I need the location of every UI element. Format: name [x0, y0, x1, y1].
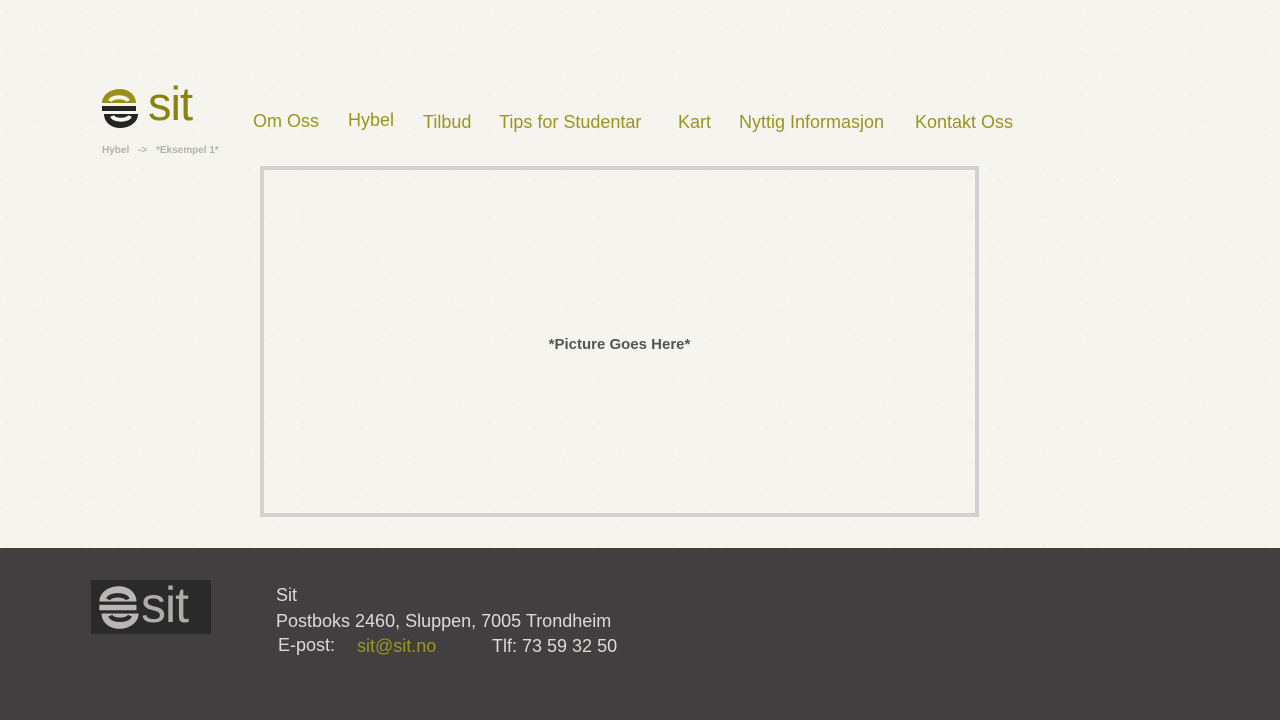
breadcrumb: Hybel -> *Eksempel 1*: [102, 145, 225, 156]
footer-org-name: Sit: [276, 585, 298, 605]
footer-email-link[interactable]: sit@sit.no: [357, 636, 436, 657]
sit-swirl-logo-icon: [102, 89, 138, 128]
footer-logo-wordmark: sit: [141, 577, 189, 633]
breadcrumb-parent[interactable]: Hybel: [102, 145, 129, 156]
site-logo[interactable]: sit: [100, 80, 210, 132]
sit-swirl-logo-icon: [99, 586, 139, 629]
footer-email-label: E-post:: [278, 635, 336, 655]
nav-item-kart[interactable]: Kart: [678, 112, 711, 133]
footer-logo: sit: [91, 580, 211, 634]
nav-item-kontakt-oss[interactable]: Kontakt Oss: [915, 112, 1013, 133]
nav-item-tips-for-studentar[interactable]: Tips for Studentar: [499, 112, 641, 133]
footer-phone: Tlf: 73 59 32 50: [492, 636, 618, 656]
nav-item-nyttig-informasjon[interactable]: Nyttig Informasjon: [739, 112, 884, 133]
nav-item-om-oss[interactable]: Om Oss: [253, 111, 319, 132]
picture-placeholder-text: *Picture Goes Here*: [548, 336, 691, 353]
logo-wordmark: sit: [148, 77, 193, 130]
nav-item-hybel[interactable]: Hybel: [348, 110, 394, 131]
nav-item-tilbud[interactable]: Tilbud: [423, 112, 471, 133]
footer: sit Sit Postboks 2460, Sluppen, 7005 Tro…: [0, 548, 1280, 720]
breadcrumb-current: *Eksempel 1*: [155, 145, 219, 156]
footer-address: Postboks 2460, Sluppen, 7005 Trondheim: [276, 611, 612, 631]
breadcrumb-separator: ->: [138, 145, 148, 156]
picture-placeholder-frame: *Picture Goes Here*: [260, 166, 979, 517]
